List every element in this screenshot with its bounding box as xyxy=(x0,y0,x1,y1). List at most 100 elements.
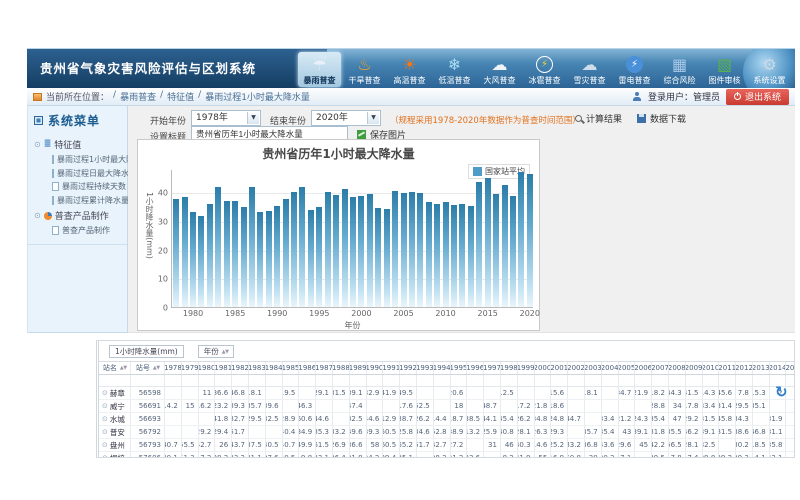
bar-2012[interactable] xyxy=(459,204,465,307)
col-header-year-2009[interactable]: 2009 xyxy=(686,362,703,374)
col-header-year-2000[interactable]: 2000 xyxy=(535,362,552,374)
bar-2003[interactable] xyxy=(384,209,390,307)
col-header-station-id[interactable]: 站号▲ ▼ xyxy=(131,362,165,374)
bar-2005[interactable] xyxy=(401,193,407,307)
filter-cell[interactable] xyxy=(400,375,417,386)
filter-cell[interactable] xyxy=(585,375,602,386)
filter-cell[interactable] xyxy=(165,375,182,386)
filter-cell[interactable] xyxy=(551,375,568,386)
pivot-column-box[interactable]: 年份▲ ▼ xyxy=(198,345,234,358)
bar-2007[interactable] xyxy=(417,193,423,307)
bar-2017[interactable] xyxy=(502,185,508,307)
col-header-year-2001[interactable]: 2001 xyxy=(551,362,568,374)
bar-1981[interactable] xyxy=(198,216,204,307)
bar-1987[interactable] xyxy=(249,187,255,307)
nav-item-冰雹普查[interactable]: ⚡冰雹普查 xyxy=(523,52,566,87)
bar-1983[interactable] xyxy=(215,187,221,307)
bar-2008[interactable] xyxy=(426,202,432,307)
filter-cell[interactable] xyxy=(283,375,300,386)
filter-cell[interactable] xyxy=(417,375,434,386)
filter-cell[interactable] xyxy=(669,375,686,386)
filter-cell[interactable] xyxy=(753,375,770,386)
station-name-cell[interactable]: ⊙桐梓 xyxy=(99,452,131,458)
col-header-year-2011[interactable]: 2011 xyxy=(719,362,736,374)
tree-toggle-icon[interactable]: ⊙ xyxy=(34,141,41,149)
col-header-year-2006[interactable]: 2006 xyxy=(635,362,652,374)
bar-1994[interactable] xyxy=(308,210,314,307)
expand-row-icon[interactable]: ⊙ xyxy=(102,441,108,449)
col-header-year-1995[interactable]: 1995 xyxy=(451,362,468,374)
bar-2009[interactable] xyxy=(434,204,440,307)
bar-1998[interactable] xyxy=(342,189,348,307)
filter-cell[interactable] xyxy=(535,375,552,386)
col-header-year-1991[interactable]: 1991 xyxy=(383,362,400,374)
station-name-cell[interactable]: ⊙盘州 xyxy=(99,439,131,451)
nav-item-大风普查[interactable]: ☁大风普查 xyxy=(478,52,521,87)
data-download-button[interactable]: 数据下载 xyxy=(637,112,686,125)
bar-1984[interactable] xyxy=(224,201,230,307)
tree-item-暴雨过程1小时最大降水量[interactable]: 暴雨过程1小时最大降水量 xyxy=(32,153,127,167)
nav-item-综合风险[interactable]: ▦综合风险 xyxy=(658,52,701,87)
filter-cell[interactable] xyxy=(703,375,720,386)
col-header-year-2013[interactable]: 2013 xyxy=(753,362,770,374)
filter-cell[interactable] xyxy=(299,375,316,386)
filter-cell[interactable] xyxy=(619,375,636,386)
col-header-station[interactable]: 站名▲ ▼ xyxy=(99,362,131,374)
filter-cell[interactable] xyxy=(786,375,795,386)
col-header-year-1992[interactable]: 1992 xyxy=(400,362,417,374)
filter-cell[interactable] xyxy=(484,375,501,386)
col-header-year-2015[interactable]: 2015 xyxy=(786,362,795,374)
filter-cell[interactable] xyxy=(568,375,585,386)
filter-cell[interactable] xyxy=(652,375,669,386)
nav-item-低温普查[interactable]: ❄低温普查 xyxy=(433,52,476,87)
bar-1995[interactable] xyxy=(316,207,322,307)
calc-result-button[interactable]: 计算结果 xyxy=(575,112,622,125)
col-header-year-2010[interactable]: 2010 xyxy=(703,362,720,374)
filter-cell[interactable] xyxy=(249,375,266,386)
nav-item-高温普查[interactable]: ☀高温普查 xyxy=(388,52,431,87)
bar-1997[interactable] xyxy=(333,195,339,307)
col-header-year-1993[interactable]: 1993 xyxy=(417,362,434,374)
col-header-year-1990[interactable]: 1990 xyxy=(367,362,384,374)
station-name-cell[interactable]: ⊙水城 xyxy=(99,413,131,425)
sort-icons[interactable]: ▲ ▼ xyxy=(153,365,159,371)
col-header-year-1989[interactable]: 1989 xyxy=(350,362,367,374)
col-header-year-1988[interactable]: 1988 xyxy=(333,362,350,374)
col-header-year-1979[interactable]: 1979 xyxy=(182,362,199,374)
tree-item-暴雨过程累计降水量[interactable]: 暴雨过程累计降水量 xyxy=(32,194,127,208)
bar-1989[interactable] xyxy=(266,211,272,307)
filter-cell[interactable] xyxy=(131,375,165,386)
filter-cell[interactable] xyxy=(350,375,367,386)
nav-item-干旱普查[interactable]: ♨干旱普查 xyxy=(343,52,386,87)
filter-cell[interactable] xyxy=(686,375,703,386)
col-header-year-2004[interactable]: 2004 xyxy=(602,362,619,374)
bar-1996[interactable] xyxy=(325,192,331,307)
bar-1978[interactable] xyxy=(173,199,179,307)
col-header-year-1983[interactable]: 1983 xyxy=(249,362,266,374)
filter-cell[interactable] xyxy=(719,375,736,386)
filter-cell[interactable] xyxy=(518,375,535,386)
col-header-year-1996[interactable]: 1996 xyxy=(467,362,484,374)
bar-2006[interactable] xyxy=(409,192,415,307)
col-header-year-1994[interactable]: 1994 xyxy=(434,362,451,374)
bar-2015[interactable] xyxy=(485,178,491,307)
end-year-select[interactable]: 2020年 ▼ xyxy=(311,110,381,126)
col-header-year-2002[interactable]: 2002 xyxy=(568,362,585,374)
bar-1986[interactable] xyxy=(241,207,247,307)
expand-row-icon[interactable]: ⊙ xyxy=(102,428,108,436)
station-name-cell[interactable]: ⊙普安 xyxy=(99,426,131,438)
tree-group-特征值[interactable]: ⊙≣特征值 xyxy=(32,136,127,153)
filter-cell[interactable] xyxy=(367,375,384,386)
expand-row-icon[interactable]: ⊙ xyxy=(102,415,108,423)
sort-icons[interactable]: ▲ ▼ xyxy=(120,365,126,371)
nav-item-暴雨普查[interactable]: ☔暴雨普查 xyxy=(298,52,341,87)
filter-cell[interactable] xyxy=(99,375,131,386)
expand-row-icon[interactable]: ⊙ xyxy=(102,389,108,397)
bar-1992[interactable] xyxy=(291,192,297,307)
bar-2001[interactable] xyxy=(367,194,373,307)
tree-toggle-icon[interactable]: ⊙ xyxy=(34,212,41,220)
tree-item-普查产品制作[interactable]: 普查产品制作 xyxy=(32,224,127,238)
pivot-measure-box[interactable]: 1小时降水量(mm) xyxy=(109,345,184,358)
breadcrumb-item-特征值[interactable]: 特征值 xyxy=(167,90,194,103)
col-header-year-2012[interactable]: 2012 xyxy=(736,362,753,374)
